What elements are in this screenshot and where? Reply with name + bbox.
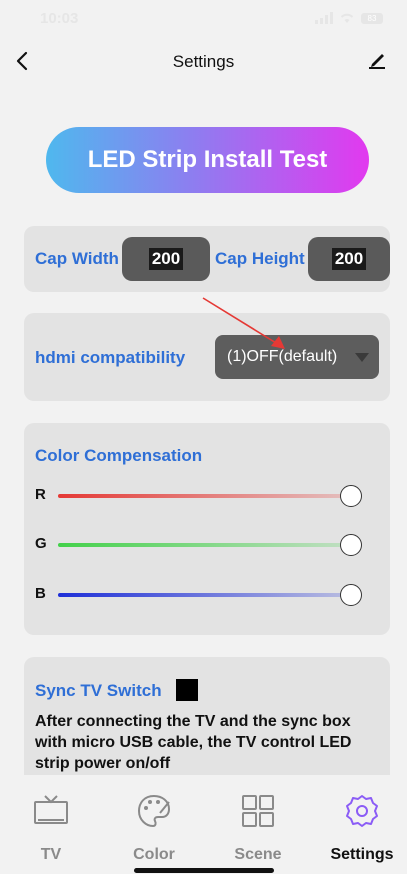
status-time: 10:03: [40, 10, 79, 27]
cap-width-value: 200: [148, 248, 184, 270]
wifi-icon: [340, 13, 354, 23]
palette-icon: [137, 794, 171, 828]
tab-settings-label: Settings: [330, 846, 394, 863]
page-title: Settings: [172, 52, 235, 71]
slider-track[interactable]: [58, 543, 354, 547]
tab-tv-label: TV: [40, 846, 62, 863]
battery-icon: 83: [361, 12, 383, 24]
signal-icon: [315, 12, 333, 24]
cap-height-value: 200: [331, 248, 367, 270]
sync-tv-description: After connecting the TV and the sync box…: [35, 713, 352, 772]
slider-track[interactable]: [58, 494, 354, 498]
slider-b[interactable]: B: [24, 580, 390, 610]
chevron-down-icon: [355, 353, 369, 362]
tab-scene-label: Scene: [234, 846, 282, 863]
edit-icon[interactable]: [365, 48, 389, 72]
tab-tv[interactable]: TV: [6, 793, 96, 864]
cap-height-label: Cap Height: [215, 249, 305, 268]
tab-settings[interactable]: Settings: [317, 793, 407, 864]
nav-bar: Settings: [0, 40, 407, 82]
tv-icon: [34, 795, 68, 824]
slider-g[interactable]: G: [24, 530, 390, 560]
slider-knob[interactable]: [340, 534, 362, 556]
tab-color-label: Color: [133, 846, 175, 863]
led-strip-install-test-button[interactable]: LED Strip Install Test: [46, 127, 369, 193]
tab-scene[interactable]: Scene: [213, 793, 303, 864]
slider-track[interactable]: [58, 593, 354, 597]
home-indicator: [134, 868, 274, 873]
grid-icon: [242, 795, 274, 827]
cap-width-label: Cap Width: [35, 249, 119, 268]
cap-size-card: Cap Width 200 Cap Height 200: [24, 226, 390, 292]
cap-height-input[interactable]: 200: [308, 237, 390, 281]
slider-label: G: [35, 535, 47, 552]
slider-label: B: [35, 585, 46, 602]
gear-icon: [346, 795, 378, 827]
sync-tv-checkbox[interactable]: [176, 679, 198, 701]
color-compensation-card: Color Compensation R G B: [24, 423, 390, 635]
slider-label: R: [35, 486, 46, 503]
annotation-arrow-icon: [202, 297, 285, 349]
slider-knob[interactable]: [340, 485, 362, 507]
tab-color[interactable]: Color: [109, 793, 199, 864]
hdmi-label: hdmi compatibility: [35, 348, 186, 367]
slider-knob[interactable]: [340, 584, 362, 606]
tab-bar: TV Color Scene Settings: [0, 775, 407, 874]
sync-tv-title: Sync TV Switch: [35, 681, 162, 700]
color-compensation-title: Color Compensation: [35, 446, 203, 465]
status-icons: 83: [315, 12, 383, 24]
slider-r[interactable]: R: [24, 481, 390, 511]
status-bar: 10:03 83: [0, 0, 407, 40]
cap-width-input[interactable]: 200: [122, 237, 210, 281]
